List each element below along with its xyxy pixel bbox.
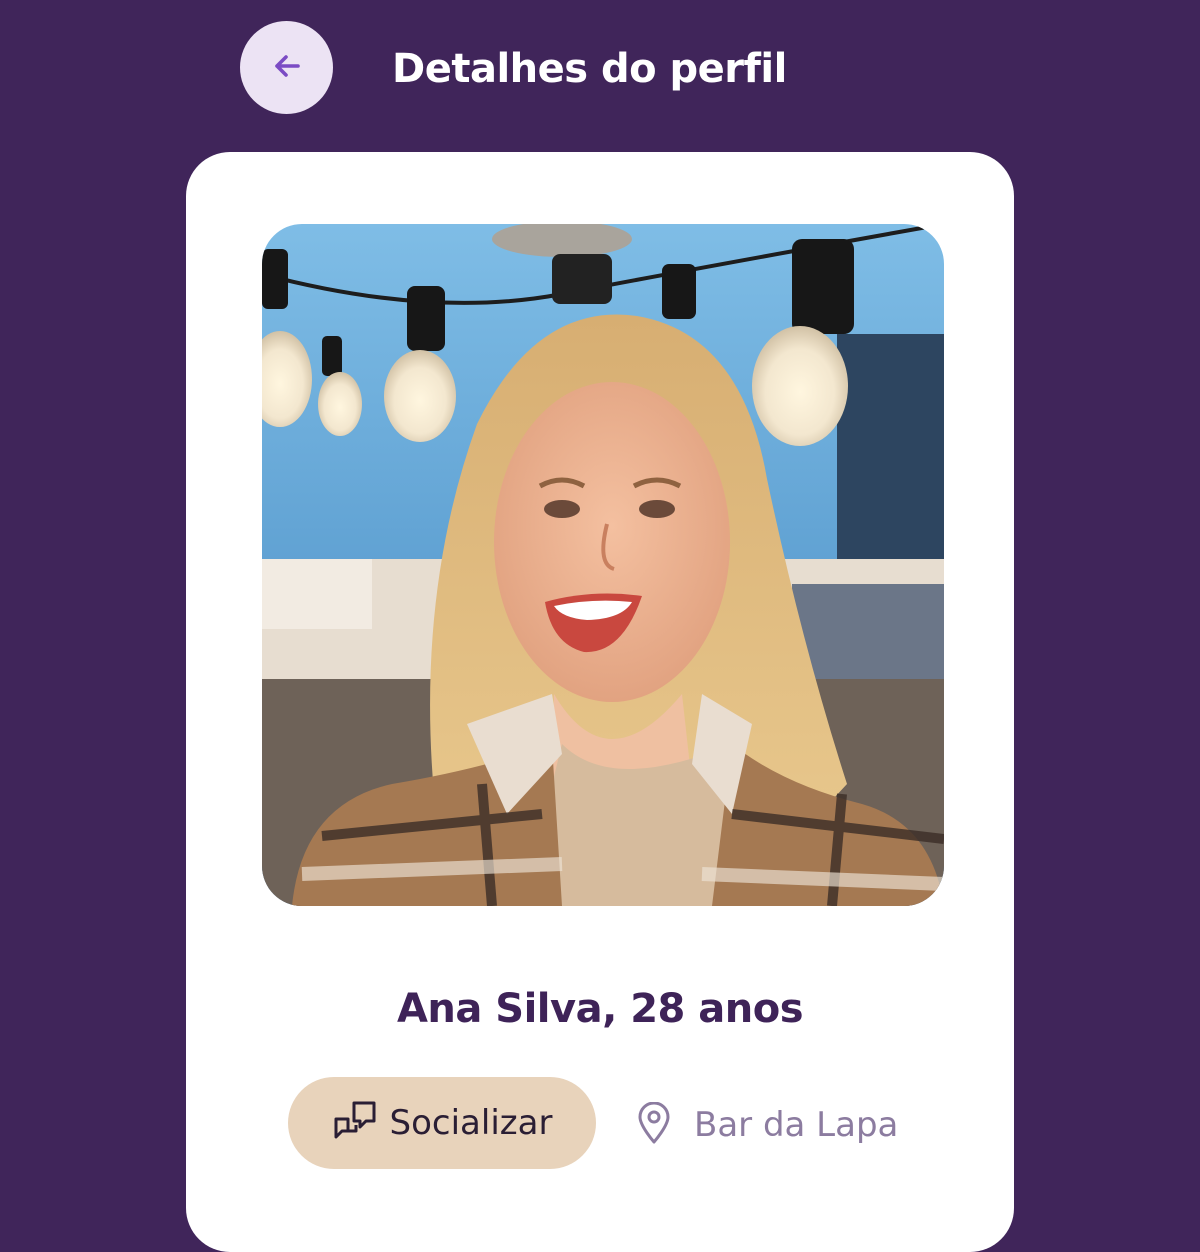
map-pin-icon bbox=[636, 1101, 672, 1148]
chat-bubbles-icon bbox=[332, 1099, 378, 1147]
location-label: Bar da Lapa bbox=[694, 1105, 899, 1145]
profile-name-age: Ana Silva, 28 anos bbox=[396, 986, 804, 1032]
profile-photo[interactable] bbox=[262, 224, 944, 906]
back-button[interactable] bbox=[240, 21, 333, 114]
status-label: Socializar bbox=[389, 1103, 553, 1143]
profile-card: Ana Silva, 28 anos Socializar Bar da Lap… bbox=[186, 152, 1014, 1252]
status-chip-socializar[interactable]: Socializar bbox=[288, 1077, 596, 1169]
arrow-left-icon bbox=[270, 49, 304, 87]
location: Bar da Lapa bbox=[636, 1097, 898, 1153]
page-title: Detalhes do perfil bbox=[392, 46, 787, 92]
